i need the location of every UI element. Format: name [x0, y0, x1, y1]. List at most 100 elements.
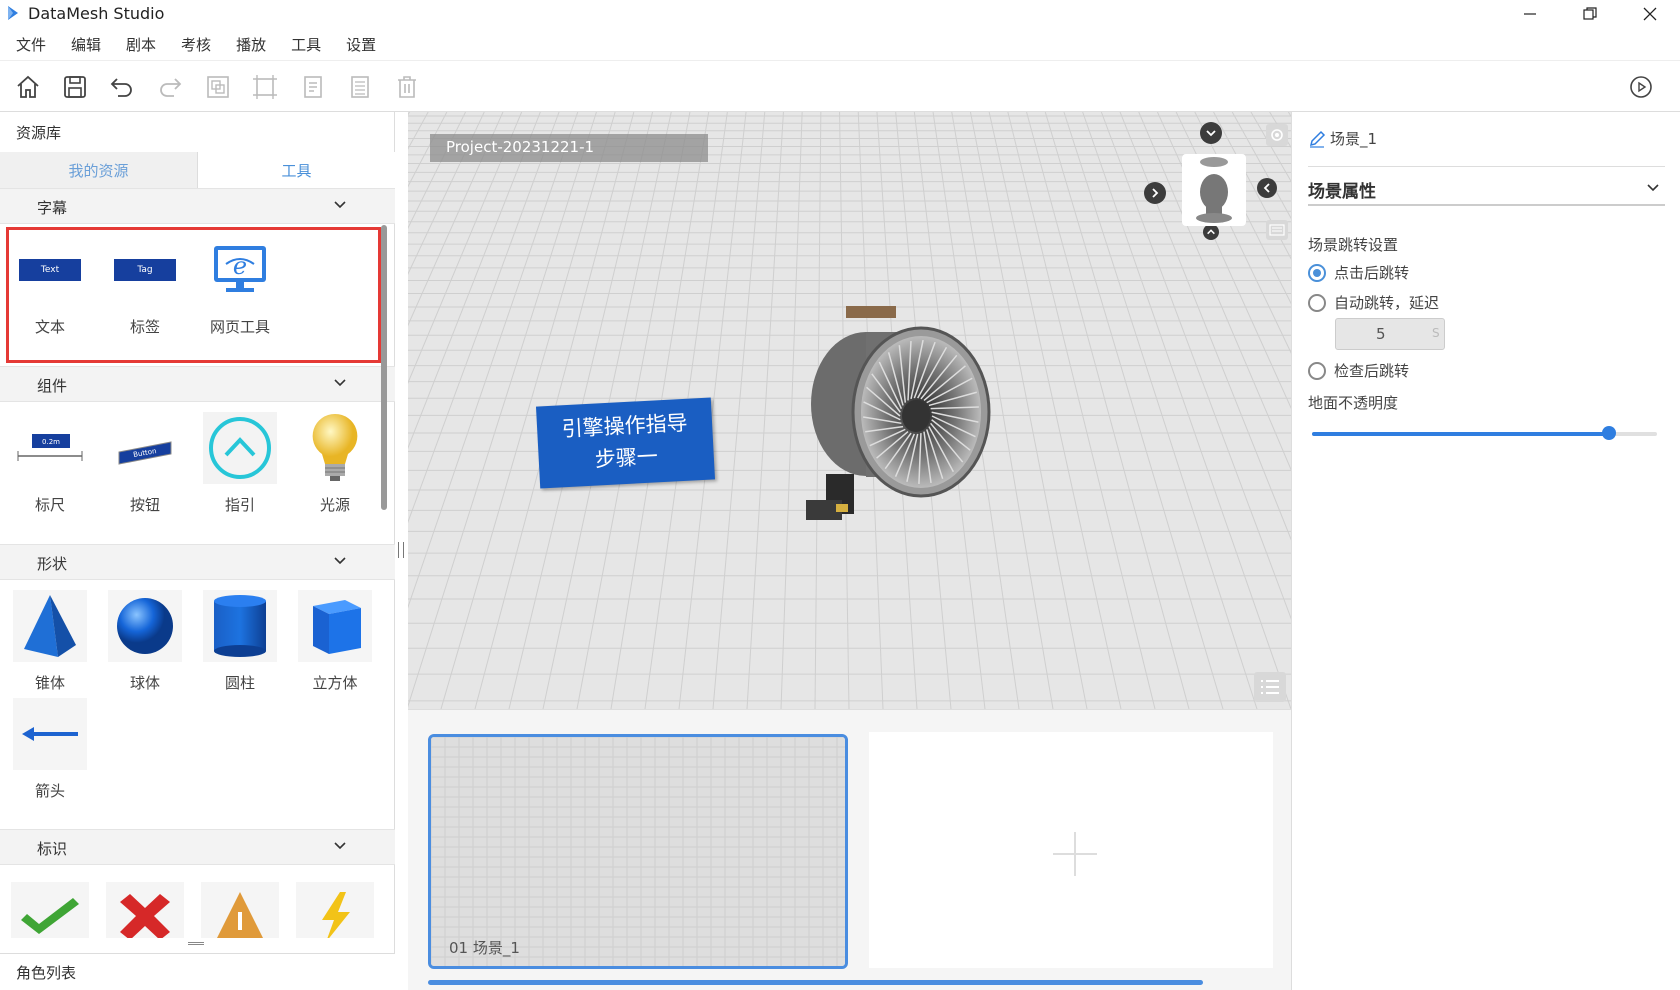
- radio-selected-icon[interactable]: [1308, 263, 1326, 282]
- chevron-down-icon: [1206, 130, 1216, 137]
- tool-item-text[interactable]: Text 文本: [11, 234, 89, 344]
- splitter-handle[interactable]: [398, 542, 404, 558]
- section-mark-header[interactable]: 标识: [0, 829, 395, 865]
- save-button[interactable]: [59, 71, 91, 103]
- chevron-right-icon: [1152, 188, 1159, 198]
- delay-value: 5: [1376, 325, 1386, 343]
- scene-name: 场景_1: [1330, 130, 1378, 148]
- section-shape-header[interactable]: 形状: [0, 544, 395, 580]
- restore-button[interactable]: [1560, 0, 1620, 28]
- view-down-button[interactable]: [1200, 122, 1222, 144]
- close-button[interactable]: [1620, 0, 1680, 28]
- group-icon: [253, 75, 277, 99]
- delay-input[interactable]: 5 S: [1335, 318, 1445, 350]
- scene-viewport[interactable]: Project-20231221-1 引擎操作指导 步骤一: [408, 112, 1291, 709]
- section-title: 场景属性: [1308, 182, 1376, 202]
- view-left-button[interactable]: [1257, 178, 1277, 198]
- menu-tools[interactable]: 工具: [283, 34, 329, 55]
- section-subtitle-header[interactable]: 字幕: [0, 188, 395, 224]
- opacity-slider-handle[interactable]: [1601, 426, 1616, 440]
- chevron-down-icon: [334, 379, 346, 387]
- mark-item-warning[interactable]: [201, 882, 279, 938]
- role-list-bar[interactable]: 角色列表: [0, 953, 395, 990]
- option-auto-jump[interactable]: 自动跳转，延迟: [1308, 292, 1439, 313]
- focus-button[interactable]: [1266, 124, 1288, 146]
- option-label: 点击后跳转: [1334, 264, 1410, 282]
- storyboard-scrollbar[interactable]: [428, 980, 1203, 985]
- scene-list-button[interactable]: [1254, 672, 1286, 702]
- menu-script[interactable]: 剧本: [118, 34, 164, 55]
- opacity-slider-fill: [1312, 432, 1609, 436]
- list-icon: [351, 76, 369, 98]
- shape-item-arrow[interactable]: 箭头: [11, 698, 89, 808]
- group-button[interactable]: [249, 71, 281, 103]
- trash-icon: [398, 76, 416, 98]
- tool-item-tag[interactable]: Tag 标签: [106, 234, 184, 344]
- tab-tools[interactable]: 工具: [198, 152, 395, 188]
- tag-thumb-icon: Tag: [108, 234, 182, 306]
- warning-icon: [217, 892, 263, 938]
- radio-icon[interactable]: [1308, 361, 1326, 380]
- shape-item-sphere[interactable]: 球体: [106, 590, 184, 700]
- tool-item-button[interactable]: Button 按钮: [106, 412, 184, 522]
- engine-model[interactable]: [806, 304, 1016, 544]
- resize-grip[interactable]: [188, 942, 204, 945]
- shape-item-cube[interactable]: 立方体: [296, 590, 374, 700]
- redo-button[interactable]: [154, 71, 186, 103]
- delete-button[interactable]: [391, 71, 423, 103]
- radio-icon[interactable]: [1308, 293, 1326, 312]
- list-button[interactable]: [344, 71, 376, 103]
- view-up-button[interactable]: [1203, 224, 1219, 240]
- tool-item-light[interactable]: 光源: [296, 412, 374, 522]
- menu-settings[interactable]: 设置: [338, 34, 384, 55]
- mark-item-check[interactable]: [11, 882, 89, 938]
- keyboard-button[interactable]: [1266, 220, 1288, 240]
- copy-button[interactable]: [202, 71, 234, 103]
- menu-file[interactable]: 文件: [8, 34, 54, 55]
- section-component-header[interactable]: 组件: [0, 366, 395, 402]
- tag-thumb-label: Tag: [114, 259, 176, 281]
- menu-play[interactable]: 播放: [228, 34, 274, 55]
- item-label: 文本: [34, 318, 65, 336]
- cross-icon: [120, 894, 170, 938]
- checkmark-icon: [21, 898, 79, 934]
- guide-sign[interactable]: 引擎操作指导 步骤一: [535, 397, 716, 489]
- tool-item-ruler[interactable]: 0.2m 标尺: [11, 412, 89, 522]
- panel-header: 资源库: [16, 124, 62, 142]
- shape-item-cylinder[interactable]: 圆柱: [201, 590, 279, 700]
- copy-icon: [207, 76, 229, 98]
- button-thumb-icon: Button: [108, 412, 182, 484]
- document-icon: [304, 76, 322, 98]
- mark-item-cross[interactable]: [106, 882, 184, 938]
- add-scene-card[interactable]: [869, 732, 1273, 968]
- menu-edit[interactable]: 编辑: [63, 34, 109, 55]
- resource-tabs: 我的资源 工具: [0, 152, 395, 188]
- option-click-jump[interactable]: 点击后跳转: [1308, 262, 1409, 283]
- mark-item-lightning[interactable]: [296, 882, 374, 938]
- shape-item-cone[interactable]: 锥体: [11, 590, 89, 700]
- tab-my-resources[interactable]: 我的资源: [0, 152, 198, 188]
- tool-item-web[interactable]: e 网页工具: [201, 234, 279, 344]
- paste-button[interactable]: [297, 71, 329, 103]
- delay-unit: S: [1432, 326, 1440, 340]
- play-button[interactable]: [1625, 71, 1657, 103]
- text-thumb-icon: Text: [13, 234, 87, 306]
- minimize-button[interactable]: [1500, 0, 1560, 28]
- head-icon: [1196, 157, 1232, 223]
- home-button[interactable]: [12, 71, 44, 103]
- menu-assess[interactable]: 考核: [173, 34, 219, 55]
- left-panel-scrollbar[interactable]: [381, 225, 387, 510]
- guide-icon: [203, 412, 277, 484]
- undo-button[interactable]: [106, 71, 138, 103]
- option-check-jump[interactable]: 检查后跳转: [1308, 360, 1409, 381]
- properties-panel: 场景_1 场景属性 场景跳转设置 点击后跳转 自动跳转，延迟 5 S 检查后跳转…: [1291, 112, 1680, 990]
- scene-card-1[interactable]: 01 场景_1: [428, 734, 848, 969]
- view-cube-head[interactable]: [1182, 154, 1246, 226]
- cylinder-icon: [203, 590, 277, 662]
- view-right-button[interactable]: [1144, 182, 1166, 204]
- scene-name-row[interactable]: 场景_1: [1308, 128, 1377, 149]
- chevron-left-icon: [1263, 183, 1270, 193]
- scene-properties-header[interactable]: 场景属性: [1308, 166, 1665, 206]
- pencil-icon: [1309, 130, 1326, 148]
- tool-item-guide[interactable]: 指引: [201, 412, 279, 522]
